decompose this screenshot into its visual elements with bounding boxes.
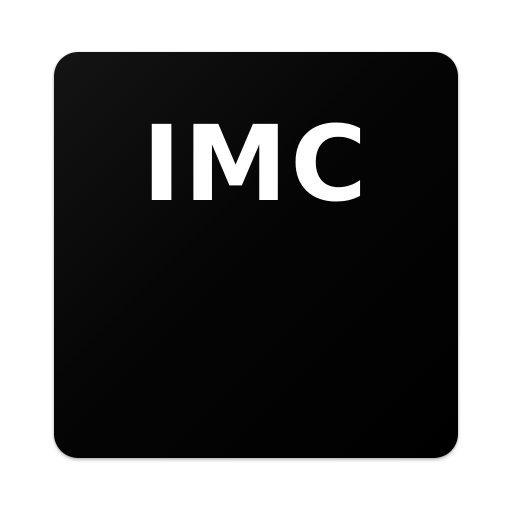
app-icon-canvas: IMC	[0, 0, 512, 512]
app-icon[interactable]: IMC	[54, 52, 458, 458]
app-icon-label: IMC	[142, 103, 370, 225]
